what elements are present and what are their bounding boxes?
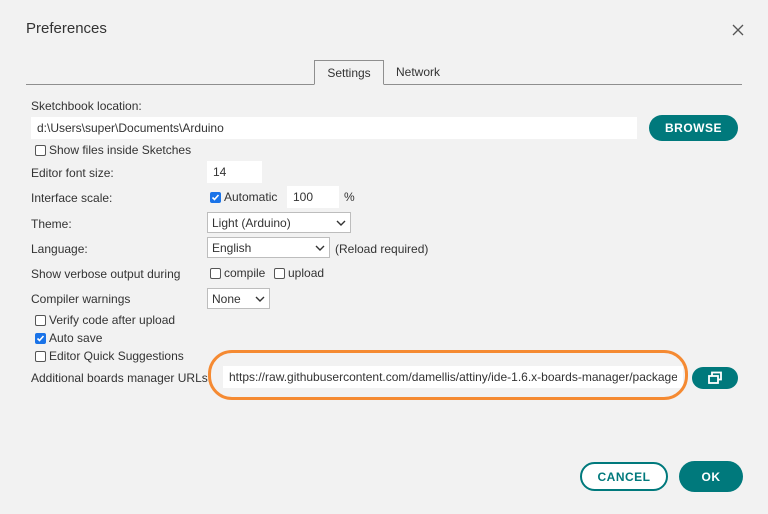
checkbox-box-checked [35,332,46,344]
font-size-label: Editor font size: [31,166,114,180]
verbose-output-label: Show verbose output during [31,267,181,281]
compile-label: compile [224,266,266,280]
font-size-input[interactable] [207,161,262,183]
compiler-warnings-select[interactable]: None [207,288,270,309]
interface-scale-label: Interface scale: [31,191,113,205]
verify-label: Verify code after upload [49,313,176,327]
quick-suggestions-label: Editor Quick Suggestions [49,349,184,363]
automatic-label: Automatic [224,190,278,204]
verify-after-upload-checkbox[interactable]: Verify code after upload [35,313,175,327]
compiler-warnings-selected: None [212,291,241,306]
verbose-compile-checkbox[interactable]: compile [210,266,265,280]
language-select[interactable]: English [207,237,330,258]
language-selected: English [212,240,252,255]
checkmark-icon [36,334,45,342]
preferences-dialog: Preferences Settings Network Sketchbook … [0,0,768,514]
dialog-title: Preferences [26,20,107,37]
chevron-down-icon [255,294,265,304]
close-button[interactable] [727,19,749,41]
theme-select[interactable]: Light (Arduino) [207,212,351,233]
checkmark-icon [211,193,220,201]
interface-scale-input[interactable] [287,186,339,208]
checkbox-box [274,267,285,279]
show-files-checkbox[interactable]: Show files inside Sketches [35,143,191,157]
theme-selected: Light (Arduino) [212,215,291,230]
automatic-scale-checkbox[interactable]: Automatic [210,190,277,204]
checkbox-box [35,144,46,156]
auto-save-label: Auto save [49,331,103,345]
boards-urls-label: Additional boards manager URLs: [31,371,212,385]
tab-network[interactable]: Network [386,60,450,85]
checkbox-box [210,267,221,279]
compiler-warnings-label: Compiler warnings [31,292,131,306]
checkbox-box-checked [210,191,221,203]
checkbox-box [35,314,46,326]
language-label: Language: [31,242,88,256]
tab-settings[interactable]: Settings [314,60,384,85]
upload-label: upload [288,266,325,280]
boards-urls-input[interactable] [223,366,683,388]
cancel-button[interactable]: CANCEL [580,462,668,491]
close-icon [732,24,744,36]
reload-required-note: (Reload required) [335,242,429,256]
chevron-down-icon [336,218,346,228]
show-files-label: Show files inside Sketches [49,143,192,157]
verbose-upload-checkbox[interactable]: upload [274,266,324,280]
browse-button[interactable]: BROWSE [649,115,738,141]
tabs-divider [26,84,742,85]
auto-save-checkbox[interactable]: Auto save [35,331,102,345]
quick-suggestions-checkbox[interactable]: Editor Quick Suggestions [35,349,184,363]
scale-unit: % [344,190,355,204]
ok-button[interactable]: OK [679,461,743,492]
theme-label: Theme: [31,217,72,231]
sketchbook-location-input[interactable] [31,117,637,139]
chevron-down-icon [315,243,325,253]
open-urls-editor-button[interactable] [692,367,738,389]
window-restore-icon [708,371,722,384]
checkbox-box [35,350,46,362]
sketchbook-location-label: Sketchbook location: [31,99,142,113]
